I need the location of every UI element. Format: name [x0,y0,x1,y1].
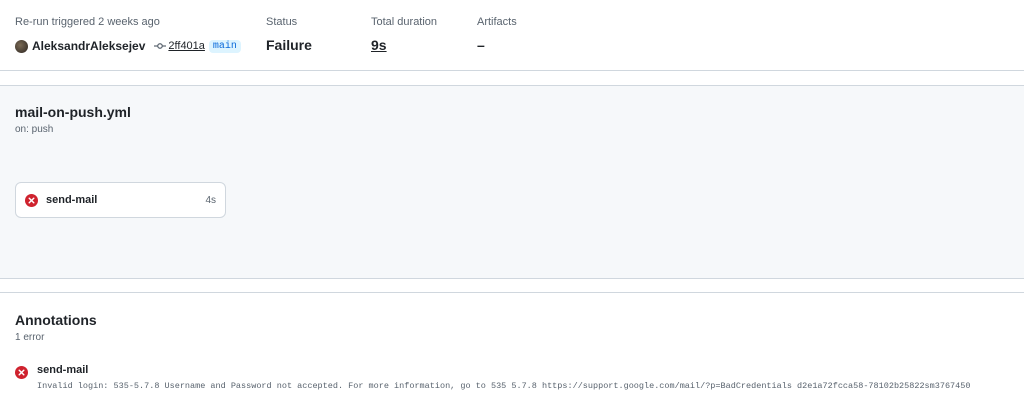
status-label: Status [266,16,298,28]
annotations-count: 1 error [15,332,45,343]
job-duration: 4s [205,195,216,206]
section-divider [0,279,1024,293]
status-info: Status Failure [266,16,312,53]
trigger-info: Re-run triggered 2 weeks ago AleksandrAl… [15,16,241,55]
workflow-file-name: mail-on-push.yml [15,104,131,120]
annotations-section: Annotations 1 error send-mail Invalid lo… [0,293,1024,405]
x-circle-icon [25,194,38,207]
commit-sha-link[interactable]: 2ff401a [168,40,205,52]
x-circle-icon [15,366,28,379]
artifacts-info: Artifacts – [477,16,517,53]
artifacts-value: – [477,37,485,53]
job-name: send-mail [46,194,98,206]
section-divider [0,71,1024,86]
branch-badge[interactable]: main [208,39,241,53]
annotation-item: send-mail Invalid login: 535-5.7.8 Usern… [15,364,1024,394]
actor-link[interactable]: AleksandrAleksejev [32,39,145,53]
workflow-graph: mail-on-push.yml on: push send-mail 4s [0,86,1024,279]
annotations-title: Annotations [15,312,97,328]
avatar[interactable] [15,39,28,53]
trigger-label: Re-run triggered 2 weeks ago [15,16,160,28]
git-commit-icon [154,43,167,49]
workflow-trigger: on: push [15,124,54,135]
job-card-send-mail[interactable]: send-mail 4s [15,182,226,218]
run-summary: Re-run triggered 2 weeks ago AleksandrAl… [0,0,1024,71]
trigger-details: AleksandrAleksejev 2ff401a main [15,37,241,55]
status-value: Failure [266,37,312,53]
duration-value-link[interactable]: 9s [371,37,437,53]
duration-info: Total duration 9s [371,16,437,53]
annotation-message: Invalid login: 535-5.7.8 Username and Pa… [37,381,971,391]
annotation-job-link[interactable]: send-mail [37,364,88,376]
duration-label: Total duration [371,16,438,28]
artifacts-label: Artifacts [477,16,517,28]
